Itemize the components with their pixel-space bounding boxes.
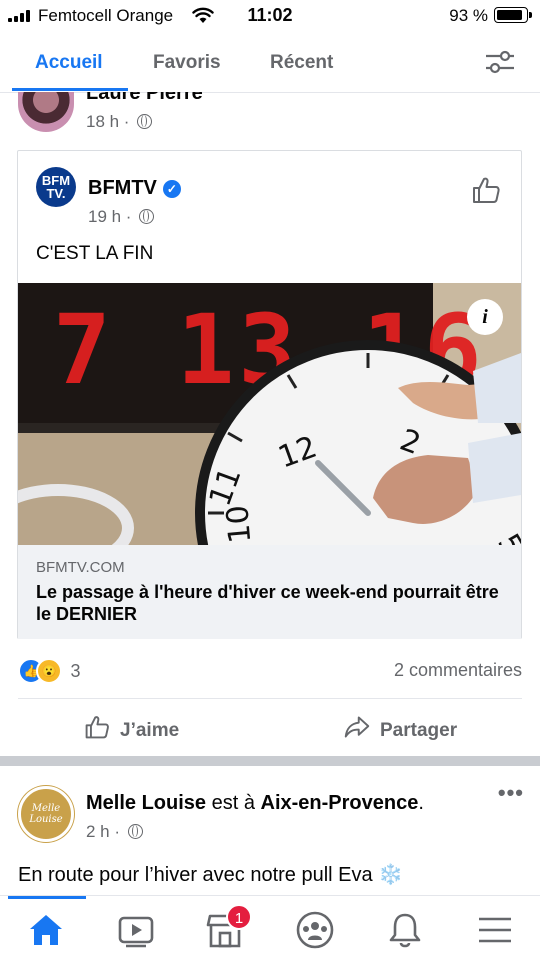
clock-photo: 7 13 16 12 11 10 2 5	[18, 283, 521, 545]
status-bar: Femtocell Orange 11:02 93 %	[0, 0, 540, 32]
tab-accueil[interactable]: Accueil	[35, 52, 103, 74]
verified-badge-icon: ✓	[162, 180, 181, 198]
link-domain: BFMTV.COM	[36, 559, 125, 576]
bfmtv-logo[interactable]: BFM TV.	[36, 167, 76, 207]
link-preview[interactable]: BFMTV.COM Le passage à l'heure d'hiver c…	[18, 545, 521, 639]
post-text: En route pour l’hiver avec notre pull Ev…	[18, 864, 404, 886]
article-image[interactable]: 7 13 16 12 11 10 2 5	[18, 283, 521, 545]
post-text: C'EST LA FIN	[36, 243, 154, 264]
wow-reaction-icon: 😮	[36, 658, 62, 684]
globe-icon	[127, 824, 143, 839]
share-icon	[344, 716, 370, 738]
info-button[interactable]: i	[467, 299, 503, 335]
post-time: 2 h ·	[86, 822, 121, 841]
shared-post-time: 19 h ·	[88, 207, 132, 226]
post-time: 18 h ·	[86, 112, 130, 131]
link-title[interactable]: Le passage à l'heure d'hiver ce week-end…	[36, 581, 506, 625]
battery-icon	[494, 7, 532, 23]
post-meta: 18 h ·	[86, 112, 153, 132]
news-feed[interactable]: Laure Pierre 18 h · BFM TV. BFMTV ✓ 19 h …	[0, 92, 540, 895]
page-name[interactable]: BFMTV ✓	[88, 177, 181, 200]
thumbs-up-icon	[85, 716, 109, 739]
globe-icon	[139, 209, 155, 224]
post-header: Melle Louise est à Aix-en-Provence.	[86, 792, 424, 815]
notifications-bell-icon[interactable]	[385, 910, 425, 950]
battery-percent: 93 %	[449, 6, 488, 25]
reaction-count: 3	[70, 660, 81, 681]
post-author[interactable]: Laure Pierre	[86, 92, 203, 105]
tab-favoris[interactable]: Favoris	[153, 52, 221, 74]
tab-recent[interactable]: Récent	[270, 52, 333, 74]
groups-icon[interactable]	[295, 910, 335, 950]
top-tab-bar: Accueil Favoris Récent	[0, 32, 540, 93]
menu-icon[interactable]	[475, 910, 515, 950]
shared-post-meta: 19 h ·	[88, 207, 155, 227]
location-suffix: .	[418, 792, 424, 814]
like-button[interactable]: J’aime	[84, 714, 179, 742]
shared-post-card[interactable]: BFM TV. BFMTV ✓ 19 h · C'EST LA FIN 7 13 …	[17, 150, 522, 639]
comments-count[interactable]: 2 commentaires	[394, 660, 522, 681]
avatar[interactable]	[18, 92, 74, 132]
bottom-navigation: 1	[0, 895, 540, 962]
home-icon[interactable]	[26, 910, 66, 950]
location-connector: est à	[206, 792, 261, 814]
location-link[interactable]: Aix-en-Provence	[261, 792, 419, 814]
watch-video-icon[interactable]	[116, 910, 156, 950]
reactions-summary[interactable]: 👍 😮 3	[18, 658, 81, 684]
notification-badge: 1	[226, 904, 252, 930]
avatar[interactable]: Melle Louise	[18, 786, 74, 842]
post-author[interactable]: Melle Louise	[86, 792, 206, 814]
post-meta: 2 h ·	[86, 822, 143, 842]
share-label: Partager	[380, 720, 458, 741]
post-separator	[0, 756, 540, 766]
page-name-text[interactable]: BFMTV	[88, 177, 157, 199]
like-label: J’aime	[120, 720, 180, 741]
active-nav-indicator	[8, 896, 86, 899]
more-options-icon[interactable]: •••	[498, 780, 524, 806]
svg-text:10: 10	[220, 504, 258, 545]
divider	[18, 698, 522, 699]
share-button[interactable]: Partager	[344, 714, 457, 742]
like-page-icon[interactable]	[471, 175, 501, 205]
filter-settings-icon[interactable]	[484, 48, 516, 76]
active-tab-indicator	[12, 88, 128, 91]
globe-icon	[137, 114, 153, 129]
